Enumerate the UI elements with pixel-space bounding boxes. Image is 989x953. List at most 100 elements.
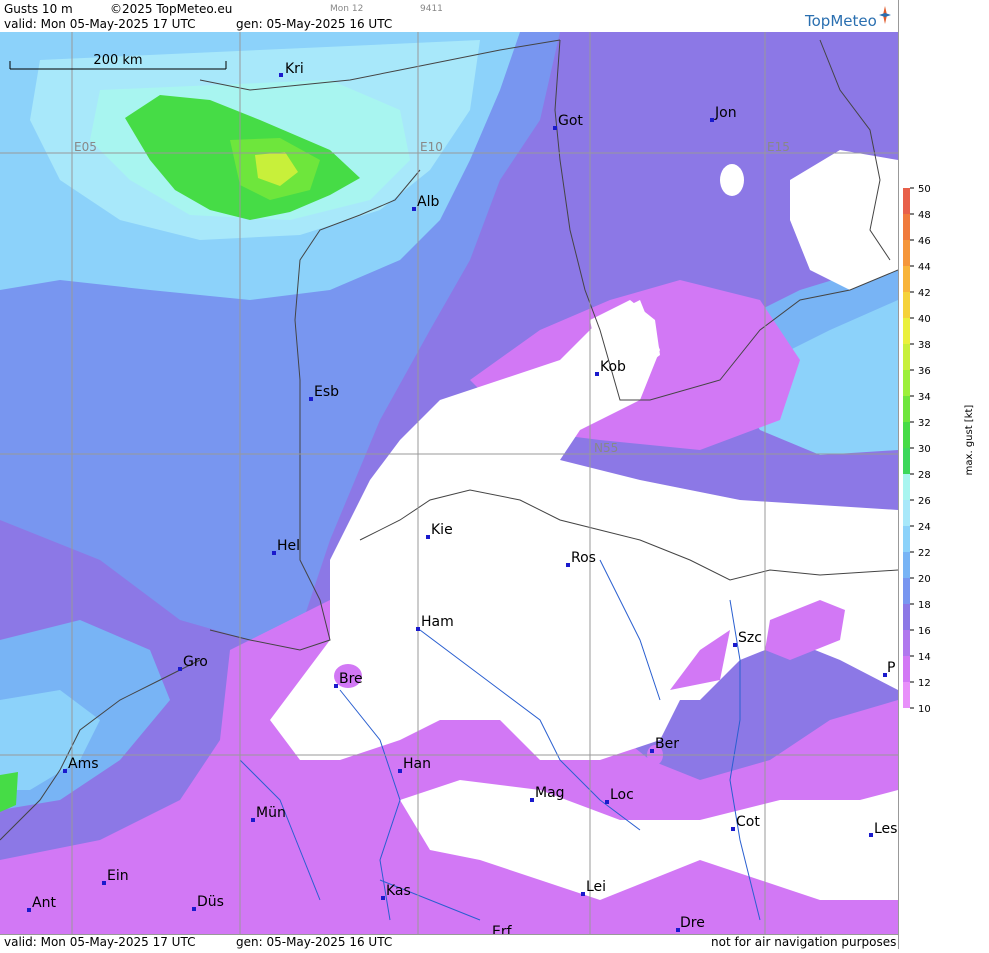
legend-tick-label: 22: [918, 548, 931, 559]
legend-tick-label: 28: [918, 470, 931, 481]
city-marker: [605, 800, 609, 804]
city-label-ham[interactable]: Ham: [421, 614, 454, 630]
city-label-ein[interactable]: Ein: [107, 868, 129, 884]
city-marker: [869, 833, 873, 837]
grid-label-e15: E15: [767, 140, 790, 154]
city-label-gro[interactable]: Gro: [183, 654, 208, 670]
city-marker: [530, 798, 534, 802]
legend-swatch: [903, 240, 910, 266]
city-marker: [566, 563, 570, 567]
footer-disclaimer: not for air navigation purposes: [711, 935, 897, 949]
city-label-kri[interactable]: Kri: [285, 61, 304, 77]
legend-tick-label: 46: [918, 236, 931, 247]
legend-swatch: [903, 682, 910, 708]
city-label-lei[interactable]: Lei: [586, 879, 606, 895]
city-label-cot[interactable]: Cot: [736, 814, 760, 830]
city-label-mun[interactable]: Mün: [256, 805, 286, 821]
legend-swatch: [903, 344, 910, 370]
legend-tick-label: 10: [918, 704, 931, 715]
legend-tick-label: 44: [918, 262, 931, 273]
grid-label-n55: N55: [594, 441, 618, 455]
legend-swatch: [903, 526, 910, 552]
city-label-ber[interactable]: Ber: [655, 736, 679, 752]
map-canvas: E05 E10 E15 N55 200 km Kri Got Jon Alb K…: [0, 32, 898, 934]
legend-tick-label: 12: [918, 678, 931, 689]
scale-bar-label: 200 km: [93, 53, 142, 68]
header-bar: Gusts 10 m ©2025 TopMeteo.eu Mon 12 9411…: [0, 0, 898, 32]
legend-swatch: [903, 578, 910, 604]
city-label-kas[interactable]: Kas: [386, 883, 411, 899]
city-label-kie[interactable]: Kie: [431, 522, 453, 538]
city-label-mag[interactable]: Mag: [535, 785, 565, 801]
legend-swatch: [903, 318, 910, 344]
city-label-loc[interactable]: Loc: [610, 787, 634, 803]
city-label-hel[interactable]: Hel: [277, 538, 300, 554]
brand-name: TopMeteo: [805, 12, 877, 30]
legend-swatch: [903, 266, 910, 292]
city-marker: [192, 907, 196, 911]
compass-icon: [879, 6, 891, 24]
city-label-szc[interactable]: Szc: [738, 630, 762, 646]
legend-swatch: [903, 552, 910, 578]
legend-swatch: [903, 630, 910, 656]
legend-swatch: [903, 396, 910, 422]
legend-swatch: [903, 474, 910, 500]
city-marker: [416, 627, 420, 631]
city-label-bre[interactable]: Bre: [339, 671, 363, 687]
city-marker: [102, 881, 106, 885]
city-marker: [733, 643, 737, 647]
legend-swatch: [903, 422, 910, 448]
city-label-got[interactable]: Got: [558, 113, 583, 129]
city-label-ros[interactable]: Ros: [571, 550, 596, 566]
legend-swatch: [903, 188, 910, 214]
legend-tick-label: 14: [918, 652, 931, 663]
legend-tick-label: 24: [918, 522, 931, 533]
grid-label-e05: E05: [74, 140, 97, 154]
valid-time: valid: Mon 05-May-2025 17 UTC: [4, 17, 196, 31]
legend-tick-label: 16: [918, 626, 931, 637]
city-label-alb[interactable]: Alb: [417, 194, 439, 210]
city-label-han[interactable]: Han: [403, 756, 431, 772]
footer-bar: valid: Mon 05-May-2025 17 UTC gen: 05-Ma…: [0, 934, 898, 950]
grid-label-e10: E10: [420, 140, 443, 154]
city-marker: [650, 749, 654, 753]
city-marker: [334, 684, 338, 688]
legend-tick-label: 30: [918, 444, 931, 455]
city-marker: [279, 73, 283, 77]
product-title: Gusts 10 m: [4, 2, 73, 16]
legend-swatches: [903, 188, 910, 708]
city-label-kob[interactable]: Kob: [600, 359, 626, 375]
city-label-p[interactable]: P: [887, 660, 895, 676]
city-label-esb[interactable]: Esb: [314, 384, 339, 400]
city-marker: [272, 551, 276, 555]
wind-gust-map[interactable]: E05 E10 E15 N55 200 km Kri Got Jon Alb K…: [0, 32, 898, 934]
legend-panel: 50 48 46 44 42 40 38 36 34 32 30 28 26 24 22 20 18 16 14 12…: [898, 0, 989, 949]
city-label-ams[interactable]: Ams: [68, 756, 99, 772]
city-label-les[interactable]: Les: [874, 821, 897, 837]
city-label-jon[interactable]: Jon: [714, 105, 737, 121]
legend-swatch: [903, 214, 910, 240]
legend-tick-label: 48: [918, 210, 931, 221]
legend-colorbar: 50 48 46 44 42 40 38 36 34 32 30 28 26 24 22 20 18 16 14 12…: [903, 184, 975, 715]
city-label-dus[interactable]: Düs: [197, 894, 224, 910]
legend-tick-label: 36: [918, 366, 931, 377]
footer-valid-time: valid: Mon 05-May-2025 17 UTC: [4, 935, 196, 949]
legend-swatch: [903, 292, 910, 318]
city-marker: [63, 769, 67, 773]
city-label-dre[interactable]: Dre: [680, 915, 705, 931]
legend-tick-label: 42: [918, 288, 931, 299]
city-marker: [595, 372, 599, 376]
legend-swatch: [903, 604, 910, 630]
city-marker: [398, 769, 402, 773]
footer-generated-time: gen: 05-May-2025 16 UTC: [236, 935, 393, 949]
legend-tick-label: 18: [918, 600, 931, 611]
city-marker: [731, 827, 735, 831]
city-marker: [581, 892, 585, 896]
city-label-ant[interactable]: Ant: [32, 895, 56, 911]
city-label-erf[interactable]: Erf: [492, 924, 513, 934]
city-marker: [178, 667, 182, 671]
legend-title: max. gust [kt]: [964, 405, 975, 476]
city-marker: [412, 207, 416, 211]
legend-swatch: [903, 370, 910, 396]
generated-time: gen: 05-May-2025 16 UTC: [236, 17, 393, 31]
